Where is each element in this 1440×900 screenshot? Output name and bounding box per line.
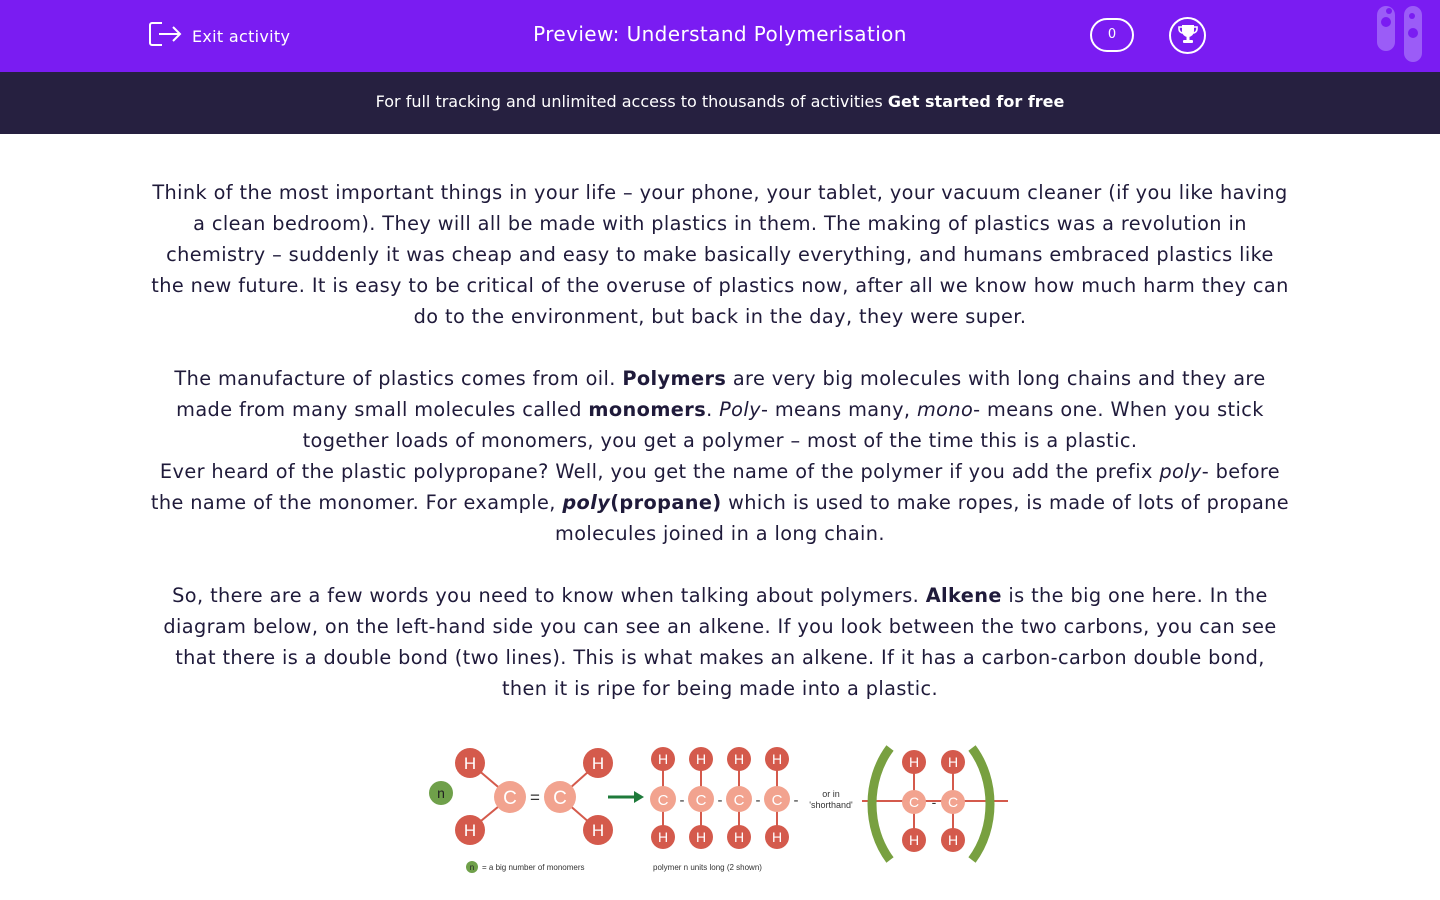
single-bond: - xyxy=(680,792,685,809)
atom-label: H xyxy=(658,829,668,845)
trophy-button[interactable] xyxy=(1169,17,1206,54)
right-bracket xyxy=(968,745,995,863)
banner-text: For full tracking and unlimited access t… xyxy=(375,92,888,111)
atom-label: C xyxy=(948,794,958,810)
atom-label: H xyxy=(909,832,919,848)
atom-label: H xyxy=(948,754,958,770)
single-bond: - xyxy=(932,794,937,810)
atom-label: H xyxy=(948,832,958,848)
exit-activity-button[interactable]: Exit activity xyxy=(148,20,290,52)
polymer-chain: H H H H C C C C - - - - H H H H xyxy=(650,747,799,849)
atom-label: C xyxy=(553,788,567,809)
page-title: Preview: Understand Polymerisation xyxy=(533,22,907,46)
shorthand-unit: H H C - C H H xyxy=(862,745,1008,863)
atom-label: H xyxy=(734,751,744,767)
get-started-link[interactable]: Get started for free xyxy=(888,92,1065,111)
single-bond: - xyxy=(718,792,723,809)
legend-caption: = a big number of monomers xyxy=(482,863,585,872)
polymer-caption: polymer n units long (2 shown) xyxy=(653,863,762,872)
score-counter: 0 xyxy=(1090,18,1134,52)
exit-activity-label: Exit activity xyxy=(192,26,291,46)
atom-label: H xyxy=(464,821,476,840)
text-run: - means many, xyxy=(760,398,917,421)
term-poly: Poly xyxy=(719,398,761,421)
atom-label: H xyxy=(696,751,706,767)
atom-label: H xyxy=(909,754,919,770)
atom-label: H xyxy=(734,829,744,845)
atom-label: H xyxy=(658,751,668,767)
single-bond: - xyxy=(756,792,761,809)
term-poly-prefix: poly xyxy=(1159,460,1202,483)
legend-n-label: n xyxy=(470,863,474,872)
text-run: The manufacture of plastics comes from o… xyxy=(174,367,623,390)
shorthand-label: or in xyxy=(822,789,840,799)
text-run: Ever heard of the plastic polypropane? W… xyxy=(159,460,1160,483)
top-bar: Exit activity Preview: Understand Polyme… xyxy=(0,0,1440,72)
paragraph-alkene: So, there are a few words you need to kn… xyxy=(150,580,1290,704)
text-run: . xyxy=(706,398,720,421)
term-mono: mono xyxy=(916,398,974,421)
atom-label: C xyxy=(503,788,517,809)
atom-label: C xyxy=(772,792,783,809)
atom-label: H xyxy=(772,829,782,845)
shorthand-label: 'shorthand' xyxy=(809,800,853,810)
atom-label: H xyxy=(696,829,706,845)
atom-label: C xyxy=(734,792,745,809)
double-bond: = xyxy=(530,788,540,807)
term-polymers: Polymers xyxy=(622,367,727,390)
atom-label: C xyxy=(658,792,669,809)
exit-icon xyxy=(148,20,182,52)
term-monomers: monomers xyxy=(588,398,707,421)
atom-label: H xyxy=(592,821,604,840)
term-propane: (propane) xyxy=(610,491,722,514)
left-bracket xyxy=(867,745,894,863)
text-run: So, there are a few words you need to kn… xyxy=(172,584,926,607)
atom-label: C xyxy=(696,792,707,809)
single-bond: - xyxy=(794,792,799,809)
atom-label: H xyxy=(464,754,476,773)
atom-label: H xyxy=(592,754,604,773)
atom-label: C xyxy=(909,794,919,810)
logo-tubes-icon xyxy=(1374,6,1434,70)
polymerisation-diagram: n H H C = C H H H H H H C C C C - - - - … xyxy=(420,740,1020,884)
lesson-content: Think of the most important things in yo… xyxy=(150,177,1290,704)
paragraph-intro: Think of the most important things in yo… xyxy=(151,181,1289,328)
paragraph-polymers: The manufacture of plastics comes from o… xyxy=(150,363,1290,456)
arrow-head xyxy=(634,791,644,803)
n-label: n xyxy=(437,785,445,801)
term-alkene: Alkene xyxy=(925,584,1002,607)
trophy-icon xyxy=(1176,22,1200,50)
term-poly-example: poly xyxy=(562,491,611,514)
signup-banner: For full tracking and unlimited access t… xyxy=(0,72,1440,134)
paragraph-naming: Ever heard of the plastic polypropane? W… xyxy=(150,456,1290,549)
atom-label: H xyxy=(772,751,782,767)
